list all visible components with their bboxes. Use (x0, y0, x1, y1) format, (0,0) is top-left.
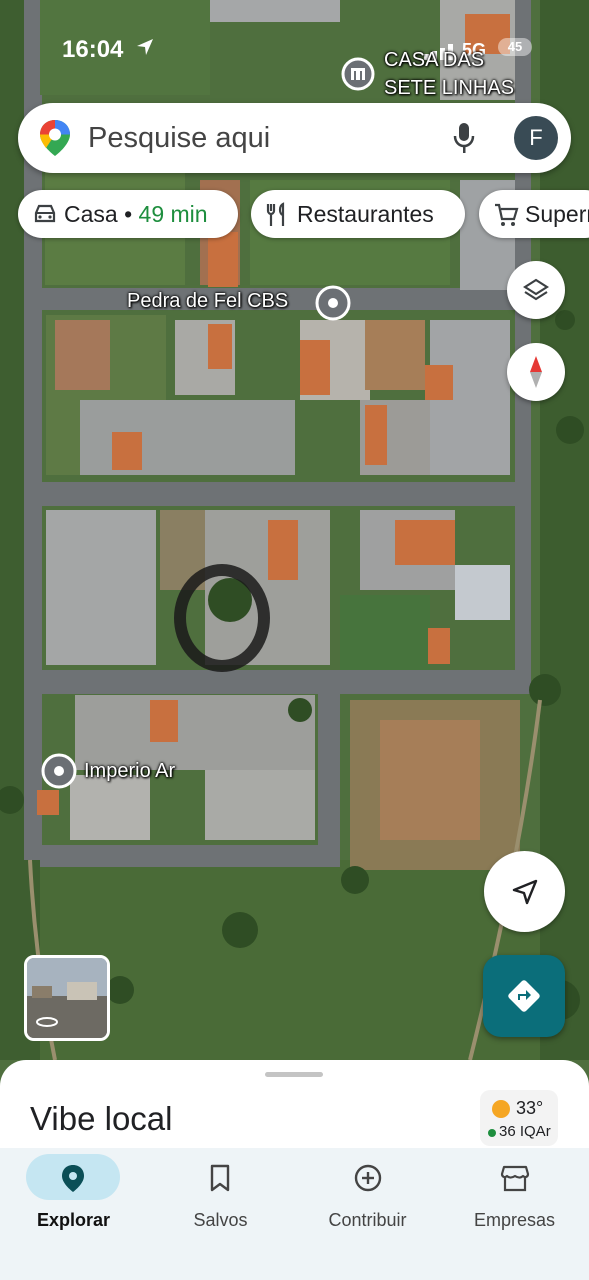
map-label-text: Pedra de Fel CBS (127, 290, 289, 312)
place-pin-icon[interactable] (40, 752, 78, 790)
chip-label: Casa • (64, 201, 139, 227)
bottom-navigation: Explorar Salvos Contribuir Empresas (0, 1148, 589, 1280)
street-view-thumbnail[interactable] (24, 955, 110, 1041)
street-view-image (27, 958, 107, 1038)
compass-button[interactable] (507, 343, 565, 401)
my-location-button[interactable] (484, 851, 565, 932)
place-pin-icon[interactable] (314, 284, 352, 322)
store-icon (500, 1165, 530, 1192)
location-arrow-icon (137, 39, 153, 55)
sheet-handle[interactable] (265, 1072, 323, 1077)
chip-label: Supermercados (525, 201, 589, 227)
chip-supermercados[interactable]: Supermercados (479, 190, 589, 238)
weather-temperature: 33° (516, 1098, 544, 1118)
directions-icon (508, 980, 540, 1012)
sheet-title: Vibe local (30, 1100, 173, 1137)
my-location-icon (512, 879, 538, 905)
add-circle-icon (354, 1164, 382, 1192)
nav-explorar[interactable]: Explorar (0, 1148, 147, 1248)
maps-logo-icon (40, 120, 70, 156)
mic-icon[interactable] (452, 121, 476, 155)
nav-label: Contribuir (328, 1210, 407, 1230)
map-label-imperio-ar[interactable]: Imperio Ar (84, 760, 175, 783)
nav-salvos[interactable]: Salvos (147, 1148, 294, 1248)
chip-label: Restaurantes (297, 201, 434, 227)
nav-contribuir[interactable]: Contribuir (294, 1148, 441, 1248)
air-quality-dot (488, 1129, 496, 1137)
weather-widget[interactable]: 33° 36 IQAr (480, 1090, 558, 1146)
bookmark-icon (210, 1164, 230, 1192)
explore-pin-icon (62, 1165, 84, 1192)
map-label-pedra-de-fel[interactable]: Pedra de Fel CBS (127, 290, 288, 313)
building-pin-icon[interactable] (340, 56, 376, 92)
nav-label: Empresas (473, 1210, 556, 1230)
layers-icon (523, 278, 549, 301)
nav-label: Explorar (36, 1210, 111, 1230)
nav-empresas[interactable]: Empresas (441, 1148, 588, 1248)
search-bar[interactable]: Pesquise aqui F (18, 103, 571, 173)
search-input[interactable]: Pesquise aqui (88, 122, 270, 155)
layers-button[interactable] (507, 261, 565, 319)
map-label-casa-das-sete-linhas[interactable]: CASA DAS SETE LINHAS (384, 46, 544, 102)
map-label-text: Imperio Ar (84, 760, 176, 782)
sun-icon (492, 1100, 510, 1118)
car-icon (34, 204, 56, 223)
air-quality-value: 36 IQAr (499, 1123, 551, 1140)
nav-label: Salvos (193, 1210, 248, 1230)
chip-restaurantes[interactable]: Restaurantes (251, 190, 465, 238)
chip-casa[interactable]: Casa • 49 min (18, 190, 238, 238)
cart-icon (495, 203, 519, 226)
status-time: 16:04 (62, 36, 124, 63)
map-label-text: CASA DAS SETE LINHAS (384, 49, 515, 99)
directions-button[interactable] (483, 955, 565, 1037)
avatar[interactable]: F (514, 116, 558, 160)
compass-icon (530, 356, 542, 388)
chip-eta: 49 min (138, 201, 208, 227)
fork-knife-icon (266, 202, 285, 226)
